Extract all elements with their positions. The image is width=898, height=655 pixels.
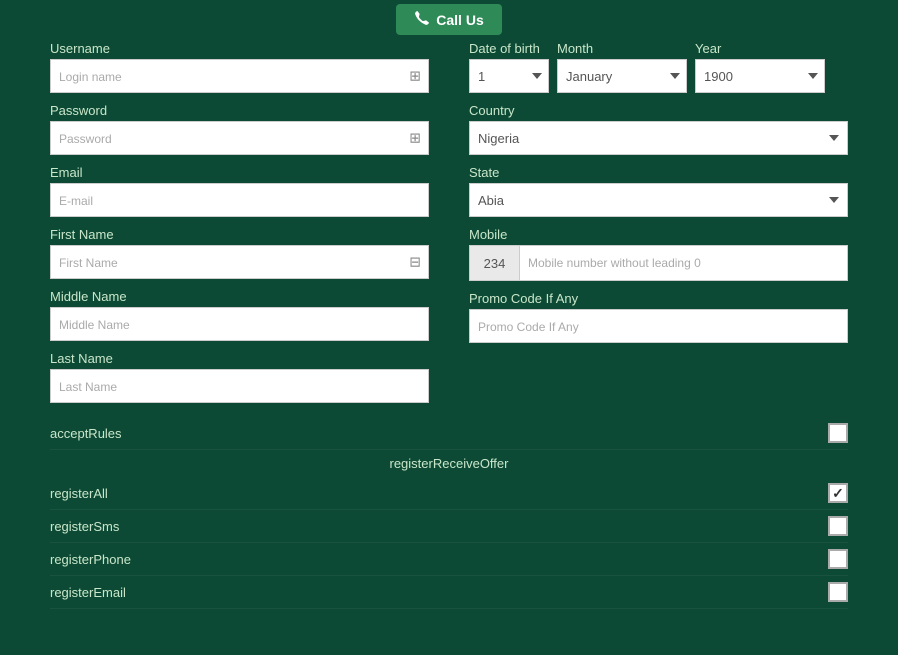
accept-rules-checkbox[interactable]: [828, 423, 848, 443]
mobile-label: Mobile: [469, 227, 848, 242]
header-section: Call Us: [0, 0, 898, 37]
phone-icon: [414, 10, 430, 29]
register-phone-label: registerPhone: [50, 552, 131, 567]
right-column: Date of birth Month Year 12345 678910 11…: [469, 41, 848, 413]
accept-rules-label: acceptRules: [50, 426, 122, 441]
promo-group: Promo Code If Any: [469, 291, 848, 343]
country-group: Country Nigeria Ghana Kenya South Africa: [469, 103, 848, 155]
dob-group: Date of birth Month Year 12345 678910 11…: [469, 41, 848, 93]
state-group: State Abia Adamawa Akwa Ibom Anambra Bau…: [469, 165, 848, 217]
password-label: Password: [50, 103, 429, 118]
register-all-checkbox[interactable]: [828, 483, 848, 503]
register-email-checkbox[interactable]: [828, 582, 848, 602]
form-container: Username ⊞ Password ⊞ Email First Name: [0, 41, 898, 413]
register-sms-label: registerSms: [50, 519, 119, 534]
email-group: Email: [50, 165, 429, 217]
mobile-row: 234: [469, 245, 848, 281]
dob-label: Date of birth: [469, 41, 549, 56]
page-wrapper: Call Us Username ⊞ Password ⊞ Emai: [0, 0, 898, 609]
password-group: Password ⊞: [50, 103, 429, 155]
checkbox-section: acceptRules registerReceiveOffer registe…: [0, 417, 898, 609]
dob-day-select[interactable]: 12345 678910 1112131415 1617181920 21222…: [469, 59, 549, 93]
left-column: Username ⊞ Password ⊞ Email First Name: [50, 41, 429, 413]
promo-input[interactable]: [469, 309, 848, 343]
username-input[interactable]: [50, 59, 429, 93]
register-email-label: registerEmail: [50, 585, 126, 600]
mobile-prefix: 234: [470, 246, 520, 280]
first-name-group: First Name ⊟: [50, 227, 429, 279]
email-label: Email: [50, 165, 429, 180]
accept-rules-row: acceptRules: [50, 417, 848, 450]
last-name-label: Last Name: [50, 351, 429, 366]
register-all-label: registerAll: [50, 486, 108, 501]
last-name-group: Last Name: [50, 351, 429, 403]
first-name-label: First Name: [50, 227, 429, 242]
state-label: State: [469, 165, 848, 180]
first-name-input[interactable]: [50, 245, 429, 279]
mobile-input[interactable]: [520, 246, 847, 280]
middle-name-input[interactable]: [50, 307, 429, 341]
username-group: Username ⊞: [50, 41, 429, 93]
call-us-label: Call Us: [436, 12, 483, 28]
register-all-row: registerAll: [50, 477, 848, 510]
state-select[interactable]: Abia Adamawa Akwa Ibom Anambra Bauchi Ba…: [469, 183, 848, 217]
call-us-button[interactable]: Call Us: [396, 4, 501, 35]
username-icon: ⊞: [409, 68, 421, 85]
dob-year-select[interactable]: 1900191019201930 1940195019601970 198019…: [695, 59, 825, 93]
dob-month-select[interactable]: JanuaryFebruaryMarchApril MayJuneJulyAug…: [557, 59, 687, 93]
first-name-icon: ⊟: [409, 254, 421, 271]
password-icon: ⊞: [409, 130, 421, 147]
year-label: Year: [695, 41, 825, 56]
dob-day-group: 12345 678910 1112131415 1617181920 21222…: [469, 59, 549, 93]
register-email-row: registerEmail: [50, 576, 848, 609]
register-sms-row: registerSms: [50, 510, 848, 543]
password-input-wrapper: ⊞: [50, 121, 429, 155]
register-phone-checkbox[interactable]: [828, 549, 848, 569]
first-name-input-wrapper: ⊟: [50, 245, 429, 279]
password-input[interactable]: [50, 121, 429, 155]
middle-name-label: Middle Name: [50, 289, 429, 304]
register-phone-row: registerPhone: [50, 543, 848, 576]
dob-row: 12345 678910 1112131415 1617181920 21222…: [469, 59, 848, 93]
month-label: Month: [557, 41, 687, 56]
email-input[interactable]: [50, 183, 429, 217]
dob-month-group: JanuaryFebruaryMarchApril MayJuneJulyAug…: [557, 59, 687, 93]
last-name-input[interactable]: [50, 369, 429, 403]
register-receive-row: registerReceiveOffer: [50, 450, 848, 477]
dob-year-group: 1900191019201930 1940195019601970 198019…: [695, 59, 825, 93]
username-input-wrapper: ⊞: [50, 59, 429, 93]
mobile-group: Mobile 234: [469, 227, 848, 281]
register-receive-label: registerReceiveOffer: [390, 456, 509, 471]
dob-label-row: Date of birth Month Year: [469, 41, 848, 56]
country-select[interactable]: Nigeria Ghana Kenya South Africa: [469, 121, 848, 155]
promo-label: Promo Code If Any: [469, 291, 848, 306]
register-sms-checkbox[interactable]: [828, 516, 848, 536]
country-label: Country: [469, 103, 848, 118]
username-label: Username: [50, 41, 429, 56]
middle-name-group: Middle Name: [50, 289, 429, 341]
